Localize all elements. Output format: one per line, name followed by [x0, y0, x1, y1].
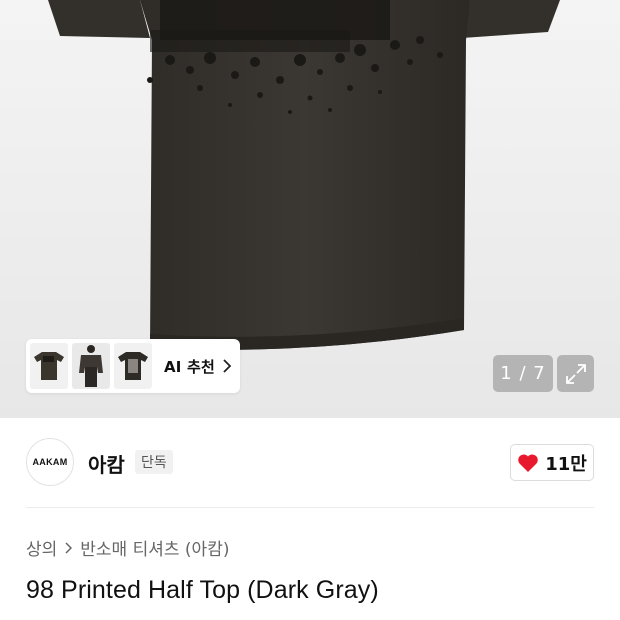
brand-row: AAKAM 아캄 단독 11만 — [0, 418, 620, 508]
breadcrumb: 상의 반소매 티셔츠 (아캄) — [26, 535, 229, 560]
ai-recommend-label: AI 추천 — [164, 357, 216, 376]
shirt-thumb-icon — [34, 352, 64, 380]
like-count: 11만 — [545, 453, 587, 475]
expand-button[interactable] — [557, 355, 594, 392]
shirt-thumb-icon — [118, 352, 148, 380]
brand-logo[interactable]: AAKAM — [26, 438, 74, 486]
model-thumb-icon — [79, 345, 103, 387]
like-button[interactable]: 11만 — [510, 444, 594, 481]
breadcrumb-item-short-sleeve[interactable]: 반소매 티셔츠 (아캄) — [80, 535, 229, 560]
breadcrumb-item-tops[interactable]: 상의 — [26, 535, 57, 560]
divider — [26, 507, 594, 508]
brand-name[interactable]: 아캄 — [88, 449, 125, 478]
thumbnail-shirt-3[interactable] — [114, 343, 152, 389]
ai-recommend-chip[interactable]: AI 추천 — [26, 339, 240, 393]
chevron-right-icon — [65, 541, 73, 554]
exclusive-badge: 단독 — [135, 450, 173, 474]
thumbnail-shirt-1[interactable] — [30, 343, 68, 389]
expand-icon — [565, 363, 586, 384]
thumbnail-model-2[interactable] — [72, 343, 110, 389]
chevron-right-icon — [223, 359, 232, 373]
product-title: 98 Printed Half Top (Dark Gray) — [26, 576, 379, 604]
heart-icon — [518, 453, 538, 472]
product-image-carousel[interactable]: AI 추천 1 / 7 — [0, 0, 620, 418]
image-page-counter: 1 / 7 — [493, 355, 553, 392]
